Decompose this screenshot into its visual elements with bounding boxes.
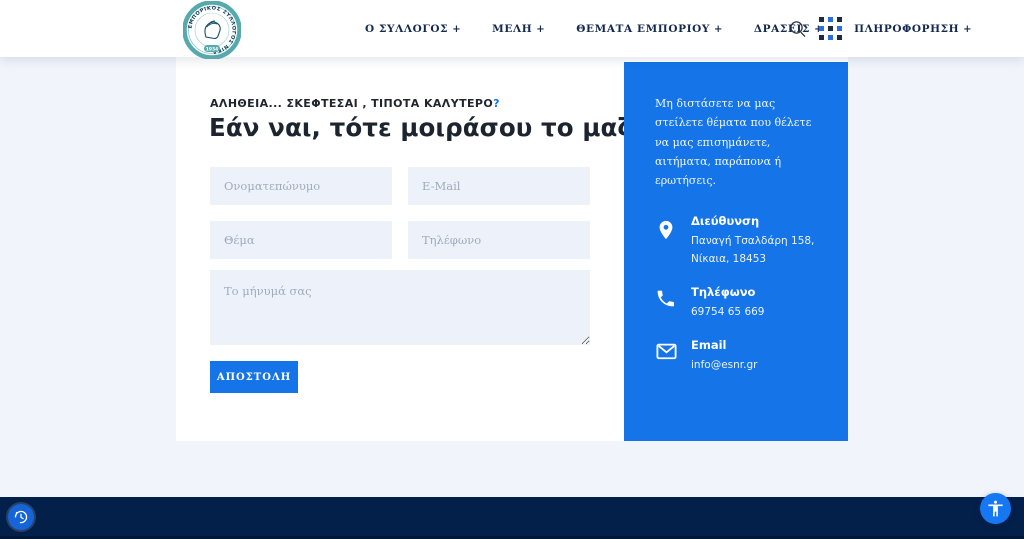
contact-info-panel: Μη διστάσετε να μας στείλετε θέματα που … bbox=[624, 62, 848, 441]
site-footer bbox=[0, 497, 1024, 539]
plus-icon: + bbox=[963, 24, 972, 35]
name-input[interactable] bbox=[210, 167, 392, 205]
site-logo[interactable]: ΕΜΠΟΡΙΚΟΣ ΣΥΛΛΟΓΟΣ ΝΙΚΑΙΑΣ 1934 bbox=[183, 1, 241, 59]
logo-year: 1934 bbox=[206, 47, 219, 53]
contact-list: Διεύθυνση Παναγή Τσαλδάρη 158, Νίκαια, 1… bbox=[655, 214, 820, 374]
clock-widget-icon[interactable] bbox=[8, 504, 34, 530]
contact-item-phone: Τηλέφωνο 69754 65 669 bbox=[655, 285, 820, 321]
submit-button[interactable]: ΑΠΟΣΤΟΛΗ bbox=[210, 361, 298, 393]
phone-input[interactable] bbox=[408, 221, 590, 259]
page: ΕΜΠΟΡΙΚΟΣ ΣΥΛΛΟΓΟΣ ΝΙΚΑΙΑΣ 1934 Ο ΣΥΛΛΟΓ… bbox=[0, 0, 1024, 539]
phone-icon bbox=[655, 288, 679, 313]
contact-item-address: Διεύθυνση Παναγή Τσαλδάρη 158, Νίκαια, 1… bbox=[655, 214, 820, 268]
section-kicker: ΑΛΗΘΕΙΑ... ΣΚΕΦΤΕΣΑΙ , ΤΙΠΟΤΑ ΚΑΛΥΤΕΡΟ? bbox=[210, 97, 500, 110]
email-input[interactable] bbox=[408, 167, 590, 205]
kicker-question-mark: ? bbox=[493, 97, 500, 110]
nav-item-meli[interactable]: ΜΕΛΗ+ bbox=[492, 23, 545, 35]
nav-item-syllogos[interactable]: Ο ΣΥΛΛΟΓΟΣ+ bbox=[365, 23, 461, 35]
plus-icon: + bbox=[536, 24, 545, 35]
main-navigation: Ο ΣΥΛΛΟΓΟΣ+ ΜΕΛΗ+ ΘΕΜΑΤΑ ΕΜΠΟΡΙΟΥ+ ΔΡΑΣΕ… bbox=[365, 0, 972, 57]
dots-grid-menu-icon[interactable] bbox=[819, 17, 842, 40]
contact-label: Τηλέφωνο bbox=[691, 285, 819, 299]
envelope-icon bbox=[655, 341, 679, 365]
contact-value: info@esnr.gr bbox=[691, 357, 819, 374]
search-icon[interactable] bbox=[788, 19, 808, 39]
nav-item-pliroforisi[interactable]: ΠΛΗΡΟΦΟΡΗΣΗ+ bbox=[854, 23, 972, 35]
nav-item-themata-emporiou[interactable]: ΘΕΜΑΤΑ ΕΜΠΟΡΙΟΥ+ bbox=[576, 23, 723, 35]
contact-value: Παναγή Τσαλδάρη 158, Νίκαια, 18453 bbox=[691, 233, 819, 268]
site-header: ΕΜΠΟΡΙΚΟΣ ΣΥΛΛΟΓΟΣ ΝΙΚΑΙΑΣ 1934 Ο ΣΥΛΛΟΓ… bbox=[0, 0, 1024, 57]
accessibility-person-icon bbox=[986, 499, 1005, 518]
plus-icon: + bbox=[714, 24, 723, 35]
logo-seal-icon: ΕΜΠΟΡΙΚΟΣ ΣΥΛΛΟΓΟΣ ΝΙΚΑΙΑΣ 1934 bbox=[183, 1, 241, 59]
contact-value: 69754 65 669 bbox=[691, 304, 819, 321]
plus-icon: + bbox=[452, 24, 461, 35]
contact-label: Email bbox=[691, 338, 819, 352]
subject-input[interactable] bbox=[210, 221, 392, 259]
message-textarea[interactable] bbox=[210, 270, 590, 345]
accessibility-button[interactable] bbox=[980, 493, 1011, 524]
contact-label: Διεύθυνση bbox=[691, 214, 819, 228]
contact-item-email: Email info@esnr.gr bbox=[655, 338, 820, 374]
contact-intro-text: Μη διστάσετε να μας στείλετε θέματα που … bbox=[655, 94, 820, 190]
contact-section: ΑΛΗΘΕΙΑ... ΣΚΕΦΤΕΣΑΙ , ΤΙΠΟΤΑ ΚΑΛΥΤΕΡΟ? … bbox=[176, 57, 848, 441]
location-pin-icon bbox=[655, 217, 679, 247]
